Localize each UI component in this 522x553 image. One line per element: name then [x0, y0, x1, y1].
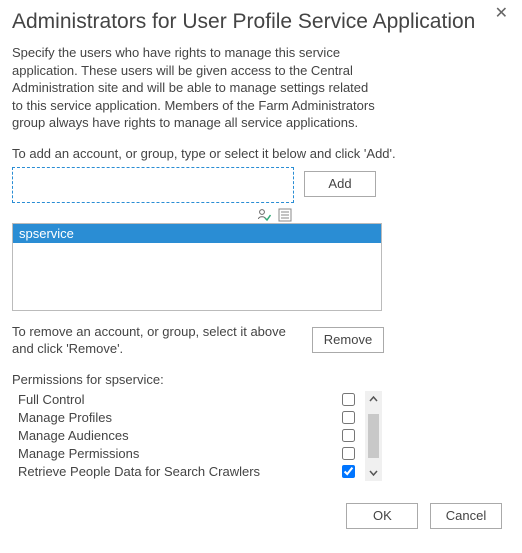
accounts-listbox[interactable]: spservice [12, 223, 382, 311]
permissions-scrollbar[interactable] [365, 391, 382, 481]
cancel-button[interactable]: Cancel [430, 503, 502, 529]
permission-row: Manage Profiles [12, 409, 361, 427]
remove-button[interactable]: Remove [312, 327, 384, 353]
add-button[interactable]: Add [304, 171, 376, 197]
check-names-icon[interactable] [254, 208, 275, 223]
permission-row: Retrieve People Data for Search Crawlers [12, 463, 361, 481]
permission-name: Manage Profiles [12, 410, 342, 425]
account-input[interactable] [12, 167, 294, 203]
browse-icon[interactable] [275, 208, 292, 223]
permission-checkbox[interactable] [342, 393, 355, 406]
permission-row: Manage Permissions [12, 445, 361, 463]
scroll-thumb[interactable] [368, 414, 379, 458]
description-text: Specify the users who have rights to man… [12, 44, 382, 132]
permissions-label: Permissions for spservice: [12, 372, 510, 387]
permissions-list: Full Control Manage Profiles Manage Audien… [12, 391, 361, 481]
permission-name: Manage Audiences [12, 428, 342, 443]
remove-instruction: To remove an account, or group, select i… [12, 323, 302, 358]
close-icon[interactable]: ✕ [495, 6, 508, 22]
permission-row: Full Control [12, 391, 361, 409]
ok-button[interactable]: OK [346, 503, 418, 529]
permission-checkbox[interactable] [342, 411, 355, 424]
dialog-title: Administrators for User Profile Service … [12, 10, 510, 34]
list-item[interactable]: spservice [13, 224, 381, 243]
permission-checkbox[interactable] [342, 465, 355, 478]
permission-checkbox[interactable] [342, 429, 355, 442]
scroll-track[interactable] [365, 408, 382, 464]
scroll-down-icon[interactable] [365, 464, 382, 481]
add-instruction: To add an account, or group, type or sel… [12, 146, 510, 161]
permission-name: Full Control [12, 392, 342, 407]
permission-checkbox[interactable] [342, 447, 355, 460]
scroll-up-icon[interactable] [365, 391, 382, 408]
permission-row: Manage Audiences [12, 427, 361, 445]
permission-name: Retrieve People Data for Search Crawlers [12, 464, 342, 479]
permission-name: Manage Permissions [12, 446, 342, 461]
